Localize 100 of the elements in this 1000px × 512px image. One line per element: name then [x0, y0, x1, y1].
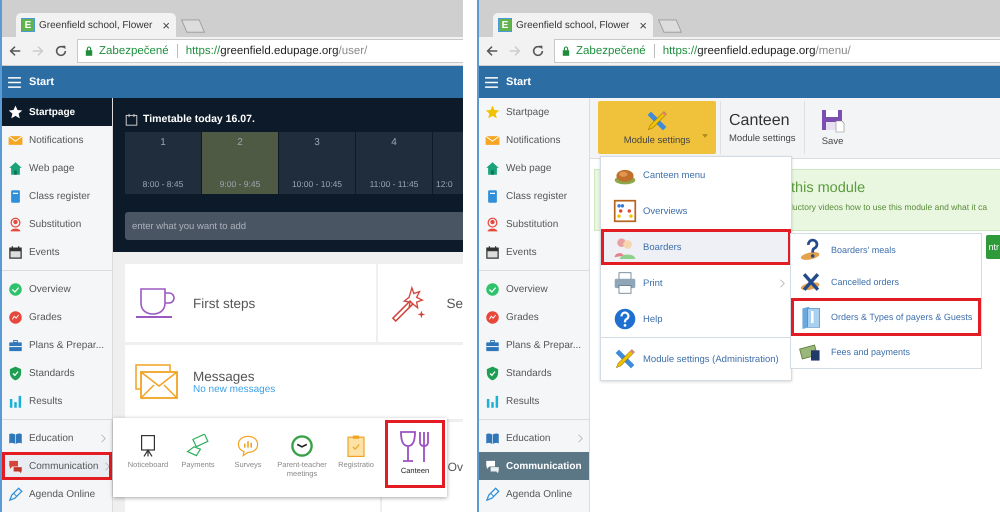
sidebar-item[interactable]: Overview	[2, 275, 112, 303]
header-title: Start	[29, 76, 54, 88]
reload-icon[interactable]	[531, 44, 545, 58]
lesson-number: 4	[391, 137, 397, 148]
menu-item[interactable]: Boarders	[601, 229, 791, 265]
caret-icon	[702, 134, 708, 138]
module-settings-button[interactable]: Module settings	[598, 101, 716, 154]
url-path: /menu/	[816, 45, 851, 57]
close-tab-button[interactable]: ×	[639, 18, 647, 32]
speech-bubble-chart-icon	[236, 434, 260, 458]
card[interactable]: First steps	[125, 264, 376, 342]
lesson-number: 2	[237, 137, 243, 148]
menu-icon[interactable]	[8, 76, 21, 88]
sidebar-item[interactable]: Plans & Prepar...	[2, 331, 112, 359]
lesson-time: 11:00 - 11:45	[370, 179, 418, 189]
chevron-right-icon	[100, 434, 106, 442]
module-title: Canteen	[729, 112, 790, 130]
sidebar-item[interactable]: Class register	[2, 182, 112, 210]
chevron-right-icon	[104, 462, 110, 470]
star-icon	[8, 104, 23, 120]
module-subtitle: Module settings	[729, 132, 796, 144]
sidebar-item[interactable]: Events	[2, 238, 112, 266]
pen-icon	[485, 486, 500, 502]
sidebar-item[interactable]: Events	[479, 238, 589, 266]
printer-icon	[613, 271, 637, 295]
submenu-item[interactable]: Orders & Types of payers & Guests	[791, 298, 981, 336]
lesson-cell[interactable]: 12:0	[433, 132, 463, 194]
save-button[interactable]: Save	[804, 101, 861, 154]
messages-card[interactable]: Messages No new messages	[125, 345, 463, 419]
submenu-item[interactable]: Boarders' meals	[791, 234, 981, 266]
sidebar-item[interactable]: Startpage	[2, 98, 112, 126]
sidebar-item[interactable]: Standards	[479, 359, 589, 387]
lesson-cell[interactable]: 4 11:00 - 11:45	[356, 132, 432, 194]
star-icon	[485, 104, 500, 120]
back-arrow-icon[interactable]	[485, 44, 499, 58]
sidebar-item[interactable]: Standards	[2, 359, 112, 387]
sidebar-item[interactable]: Results	[479, 387, 589, 415]
submenu-item[interactable]: Fees and payments	[791, 336, 981, 368]
briefcase-icon	[485, 338, 500, 352]
sidebar-item[interactable]: Education	[2, 424, 112, 452]
address-bar[interactable]: Zabezpečené https://greenfield.edupage.org/user/	[77, 39, 463, 63]
notebook-icon	[485, 188, 500, 204]
sidebar-item[interactable]: Agenda Online	[479, 480, 589, 508]
house-icon	[485, 160, 500, 176]
ruler-and-pencil-icon	[645, 109, 669, 133]
lesson-cell[interactable]: 3 10:00 - 10:45	[279, 132, 355, 194]
menu-item[interactable]: Canteen menu	[601, 157, 791, 193]
check-circle-icon	[485, 282, 500, 296]
lesson-number: 1	[160, 137, 166, 148]
url-host: greenfield.edupage.org	[697, 45, 816, 57]
lesson-time: 8:00 - 8:45	[142, 179, 184, 189]
submenu-item[interactable]: Cancelled orders	[791, 266, 981, 298]
menu-item[interactable]: Module settings (Administration)	[601, 338, 791, 380]
chat-icon	[485, 458, 500, 474]
security-label: Zabezpečené	[99, 45, 169, 57]
address-bar[interactable]: Zabezpečené https://greenfield.edupage.org/menu/	[554, 39, 1000, 63]
sidebar-item[interactable]: Plans & Prepar...	[479, 331, 589, 359]
lesson-cell[interactable]: 1 8:00 - 8:45	[125, 132, 201, 194]
notebook-icon	[8, 188, 23, 204]
sidebar-item[interactable]: Overview	[479, 275, 589, 303]
grades-icon	[485, 310, 500, 324]
sidebar-item[interactable]: Startpage	[479, 98, 589, 126]
shield-icon	[485, 366, 500, 380]
menu-item[interactable]: Print	[601, 265, 791, 301]
favicon: E	[22, 19, 34, 31]
card[interactable]: Se	[378, 264, 463, 342]
sidebar-item[interactable]: Communication	[479, 452, 589, 480]
action-button[interactable]: ntr	[986, 235, 1000, 259]
book-icon	[485, 430, 500, 446]
sidebar-item[interactable]: Education	[479, 424, 589, 452]
sidebar-item[interactable]: Notifications	[2, 126, 112, 154]
book-icon	[8, 430, 23, 446]
lesson-number: 3	[314, 137, 320, 148]
sidebar-item[interactable]: Class register	[479, 182, 589, 210]
menu-icon[interactable]	[485, 76, 498, 88]
url-scheme: https://	[186, 45, 220, 57]
sidebar-item[interactable]: Web page	[2, 154, 112, 182]
timetable-title: Timetable today 16.07.	[143, 113, 255, 125]
reload-icon[interactable]	[54, 44, 68, 58]
add-field[interactable]: enter what you want to add	[125, 212, 463, 240]
sidebar-item[interactable]: Substitution	[479, 210, 589, 238]
envelope-icon	[135, 363, 179, 401]
close-tab-button[interactable]: ×	[162, 18, 170, 32]
sidebar-item[interactable]: Grades	[2, 303, 112, 331]
sidebar-item[interactable]: Grades	[479, 303, 589, 331]
calendar-icon	[8, 244, 23, 260]
sidebar-item[interactable]: Web page	[479, 154, 589, 182]
menu-item[interactable]: Overviews	[601, 193, 791, 229]
person-icon	[8, 216, 23, 232]
sidebar-item[interactable]: Communication	[2, 452, 112, 480]
browser-tab[interactable]: E Greenfield school, Flower ×	[493, 13, 653, 37]
back-arrow-icon[interactable]	[8, 44, 22, 58]
browser-tab[interactable]: E Greenfield school, Flower ×	[16, 13, 176, 37]
sidebar-item[interactable]: Notifications	[479, 126, 589, 154]
sidebar-item[interactable]: Agenda Online	[2, 480, 112, 508]
sidebar-item[interactable]: Results	[2, 387, 112, 415]
url-host: greenfield.edupage.org	[220, 45, 339, 57]
sidebar-item[interactable]: Substitution	[2, 210, 112, 238]
calendar-icon	[485, 244, 500, 260]
menu-item[interactable]: Help	[601, 301, 791, 337]
